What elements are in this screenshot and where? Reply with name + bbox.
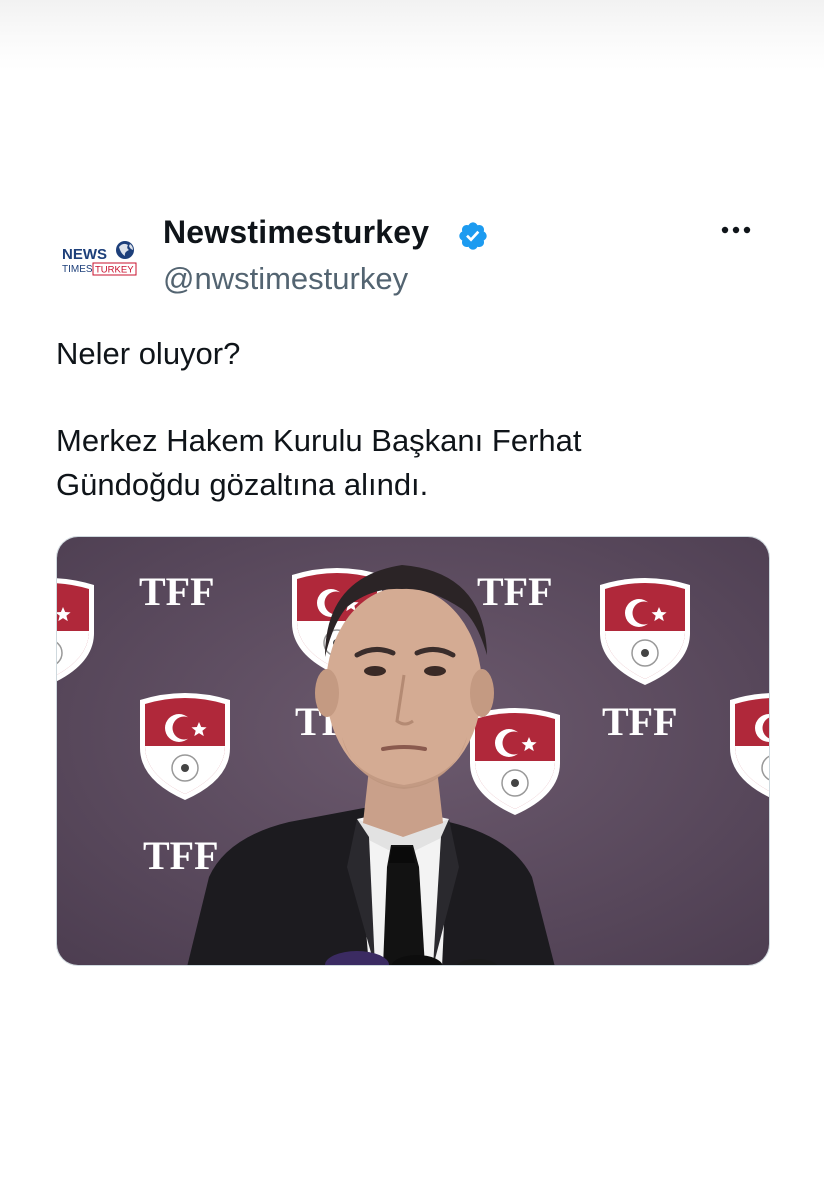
more-options-icon [721, 226, 751, 234]
verified-badge-icon [457, 220, 489, 252]
tff-backdrop-text: TFF [602, 699, 678, 744]
news-times-turkey-logo: NEWS TIMES TURKEY [62, 241, 137, 276]
tff-backdrop-text: TFF [143, 833, 219, 878]
logo-times-text: TIMES [62, 264, 93, 275]
tweet-media-photo[interactable]: TFF TFF TFF TFF TFF [56, 536, 770, 966]
tweet-text-line: Neler oluyor? [56, 336, 241, 371]
author-handle[interactable]: @nwstimesturkey [163, 261, 408, 297]
author-avatar[interactable]: NEWS TIMES TURKEY [56, 228, 146, 282]
press-conference-photo: TFF TFF TFF TFF TFF [57, 537, 769, 965]
logo-news-text: NEWS [62, 246, 107, 263]
logo-turkey-text: TURKEY [95, 265, 134, 276]
tff-backdrop-text: TFF [139, 569, 215, 614]
tweet: NEWS TIMES TURKEY Newstimesturkey @nwsti… [0, 0, 824, 1200]
tweet-text-line: Gündoğdu gözaltına alındı. [56, 467, 429, 502]
author-name[interactable]: Newstimesturkey [163, 214, 429, 251]
tff-backdrop-text: TFF [477, 569, 553, 614]
more-options-button[interactable] [716, 214, 756, 246]
tweet-text-line: Merkez Hakem Kurulu Başkanı Ferhat [56, 423, 582, 458]
